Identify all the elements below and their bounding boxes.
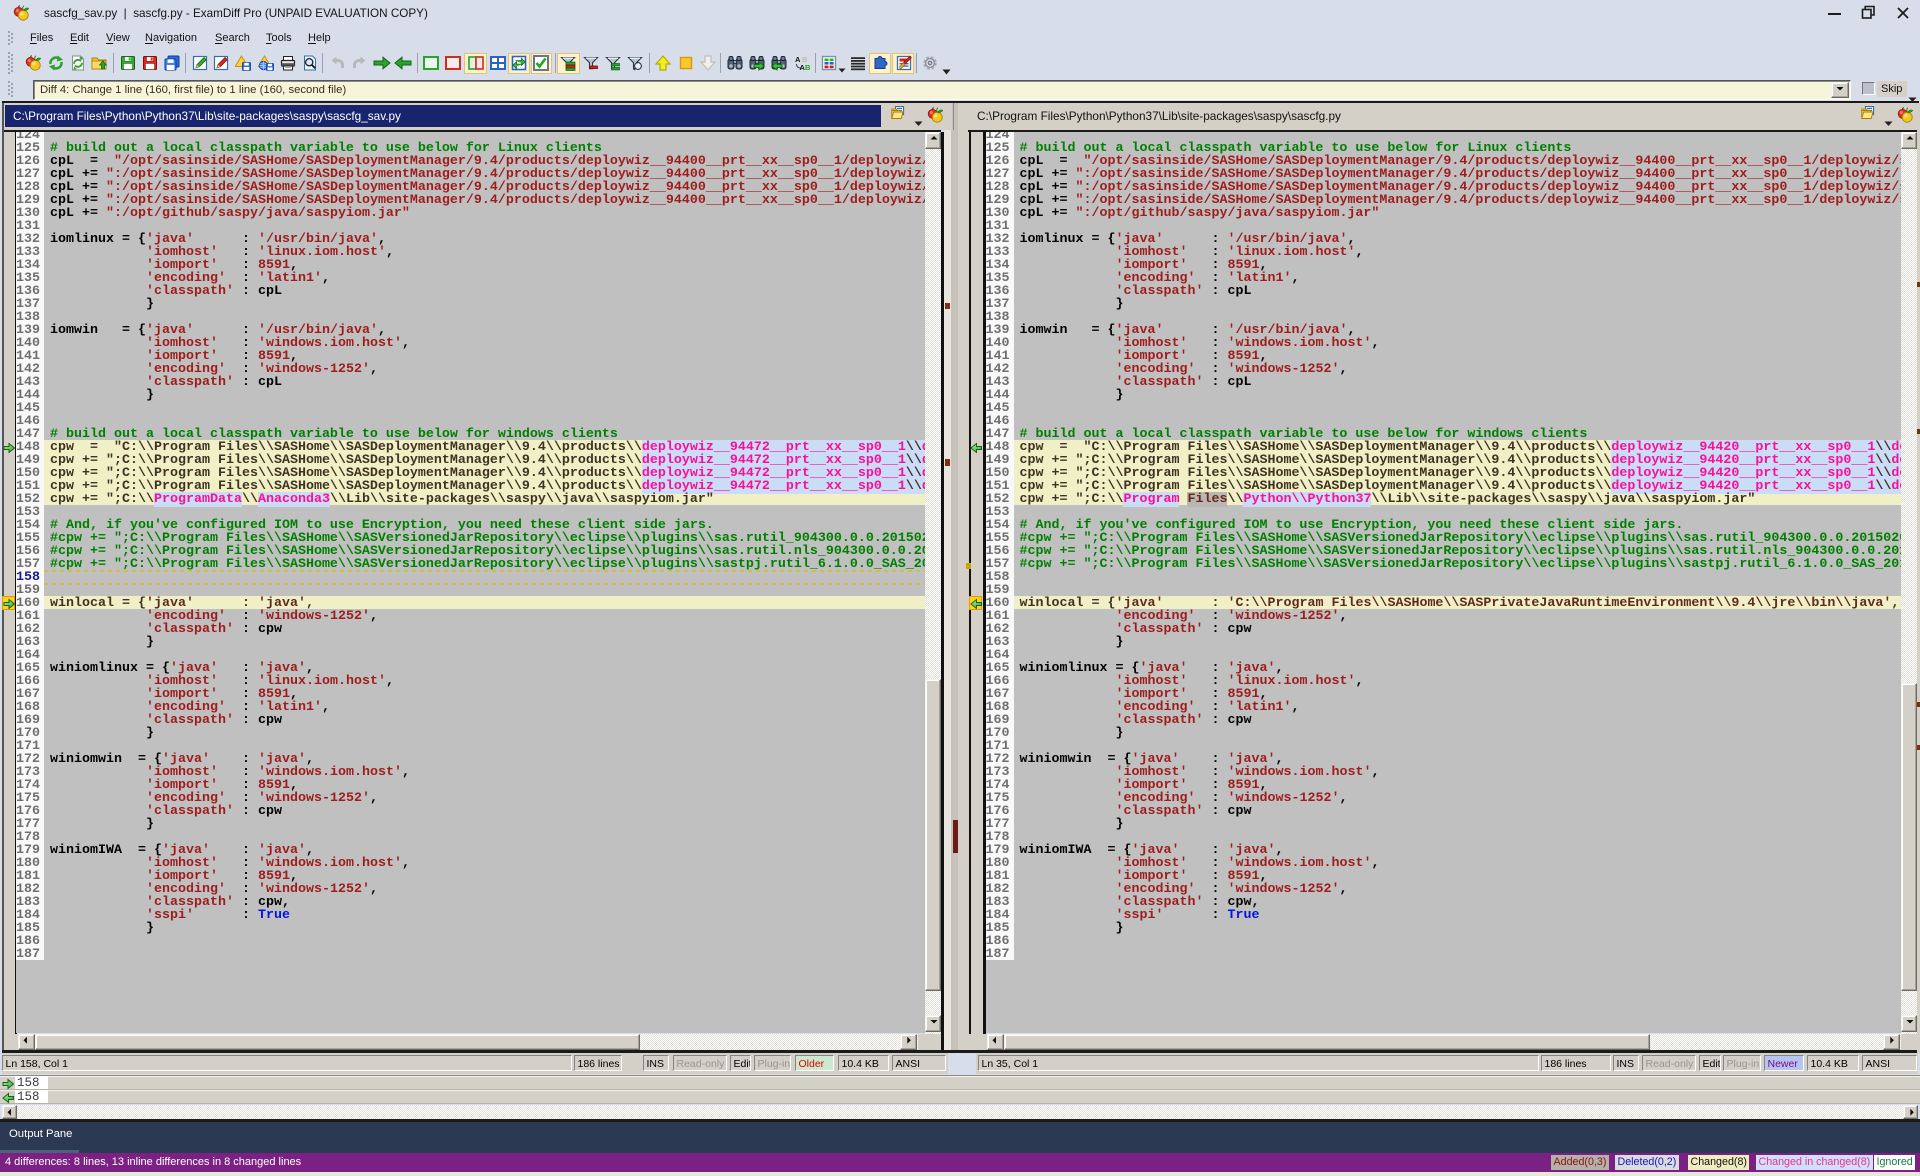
svg-text:B: B: [805, 63, 810, 71]
